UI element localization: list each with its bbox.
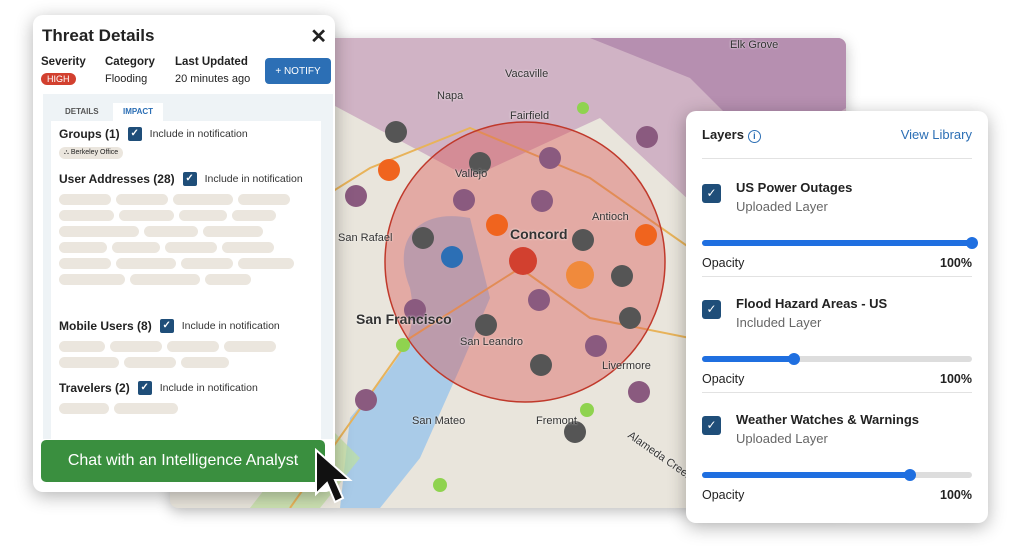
layer-checkbox[interactable]: ✓ [702, 184, 721, 203]
map-label: San Francisco [356, 311, 452, 327]
view-library-link[interactable]: View Library [901, 127, 972, 142]
chat-analyst-button[interactable]: Chat with an Intelligence Analyst [41, 440, 325, 482]
layer-name: Flood Hazard Areas - US [736, 296, 888, 311]
layers-panel: Layers i View Library ✓ US Power Outages … [686, 111, 988, 523]
opacity-slider[interactable] [702, 353, 972, 365]
layer-item: ✓ Flood Hazard Areas - US Included Layer… [702, 291, 972, 407]
map-label: Fremont [536, 415, 577, 427]
map-label: San Rafael [338, 232, 393, 244]
severity-label: Severity [41, 56, 86, 68]
panel-title: Threat Details [42, 26, 155, 45]
map-label: San Leandro [460, 336, 523, 348]
opacity-value: 100% [940, 372, 972, 386]
threat-marker-icon[interactable] [509, 247, 537, 275]
layer-item: ✓ Weather Watches & Warnings Uploaded La… [702, 407, 972, 523]
addresses-checkbox[interactable]: ✓ [182, 172, 197, 186]
close-icon[interactable]: ✕ [310, 24, 327, 49]
opacity-label: Opacity [702, 488, 745, 502]
opacity-slider[interactable] [702, 469, 972, 481]
opacity-value: 100% [940, 256, 972, 270]
opacity-slider[interactable] [702, 237, 978, 249]
updated-label: Last Updated [175, 56, 248, 68]
map-label: Livermore [602, 360, 651, 372]
include-label: Include in notification [159, 382, 258, 394]
mobile-placeholders [59, 341, 309, 368]
travelers-checkbox[interactable]: ✓ [137, 381, 152, 395]
cursor-icon [315, 448, 353, 504]
layer-name: US Power Outages [736, 180, 853, 195]
map-label: Napa [437, 90, 464, 102]
mobile-checkbox[interactable]: ✓ [159, 319, 174, 333]
updated-value: 20 minutes ago [175, 73, 251, 85]
layers-title: Layers [702, 127, 744, 142]
traveler-placeholders [59, 403, 309, 414]
groups-title: Groups (1) [59, 127, 120, 141]
layer-checkbox[interactable]: ✓ [702, 300, 721, 319]
threat-details-panel: Threat Details ✕ Severity HIGH Category Fl… [33, 15, 335, 492]
layer-type: Uploaded Layer [736, 199, 828, 214]
map-label: San Mateo [412, 415, 466, 427]
map-label: Antioch [592, 211, 629, 223]
mobile-title: Mobile Users (8) [59, 319, 152, 333]
map-label: Vacaville [505, 68, 549, 80]
opacity-label: Opacity [702, 372, 745, 386]
impact-content[interactable]: Groups (1) ✓ Include in notification ⛬ Ber… [51, 121, 321, 439]
map-label: Concord [510, 226, 568, 242]
include-label: Include in notification [149, 128, 248, 140]
severity-badge: HIGH [41, 73, 76, 85]
layer-checkbox[interactable]: ✓ [702, 416, 721, 435]
include-label: Include in notification [204, 173, 303, 185]
category-value: Flooding [105, 73, 148, 85]
include-label: Include in notification [181, 320, 280, 332]
map-label: Vallejo [455, 168, 488, 180]
info-icon[interactable]: i [747, 130, 761, 143]
address-placeholders [59, 194, 309, 285]
opacity-value: 100% [940, 488, 972, 502]
group-chip[interactable]: ⛬ Berkeley Office [59, 147, 124, 159]
notify-button[interactable]: + NOTIFY [265, 58, 331, 84]
groups-checkbox[interactable]: ✓ [127, 127, 142, 141]
tab-details[interactable]: DETAILS [55, 103, 109, 121]
map-label: Elk Grove [730, 39, 779, 51]
layer-type: Uploaded Layer [736, 431, 828, 446]
addresses-title: User Addresses (28) [59, 172, 175, 186]
opacity-label: Opacity [702, 256, 745, 270]
travelers-title: Travelers (2) [59, 381, 130, 395]
map-label: Fairfield [510, 110, 550, 122]
layer-name: Weather Watches & Warnings [736, 412, 919, 427]
layer-item: ✓ US Power Outages Uploaded Layer Opacit… [702, 175, 978, 291]
tab-impact[interactable]: IMPACT [113, 103, 164, 121]
layer-type: Included Layer [736, 315, 822, 330]
category-label: Category [105, 56, 155, 68]
